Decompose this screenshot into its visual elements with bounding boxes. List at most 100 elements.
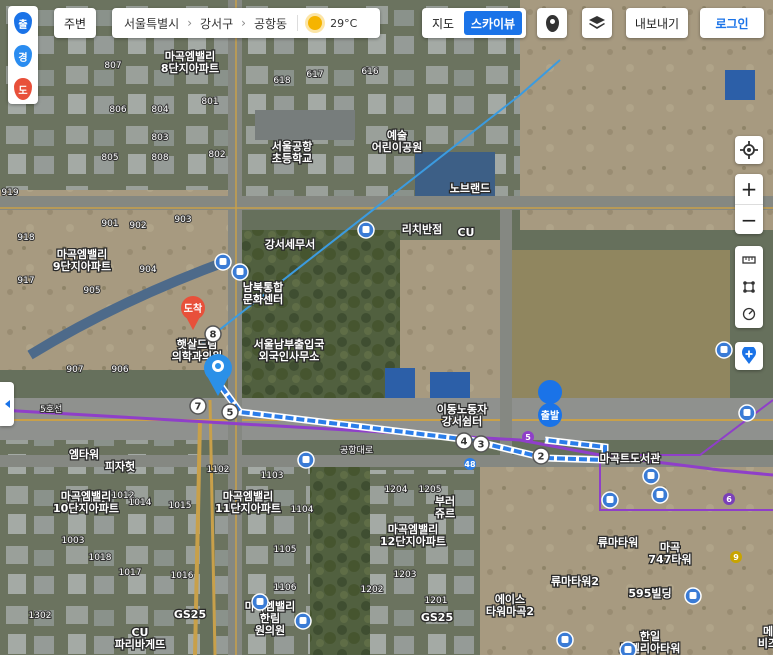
place-label: 595빌딩 [628,586,671,600]
distance-measure-button[interactable] [735,246,763,273]
vertical-road-2 [500,210,512,460]
panel-toggle-button[interactable] [0,382,14,426]
add-place-icon [742,347,756,364]
building-number: 801 [201,97,218,107]
bus-stop-icon[interactable] [297,451,315,469]
location-marker-button[interactable] [537,8,567,38]
place-label: 노브랜드 [450,181,490,195]
building-number: 1015 [169,501,192,511]
building-number: 1018 [89,553,112,563]
waypoint-button[interactable]: 경 [8,41,38,71]
building-number: 905 [83,286,100,296]
waypoint-number: 7 [195,402,202,413]
blue-roof-building [725,70,755,100]
map-view-button[interactable]: 지도 [422,8,464,38]
weather-temp: 29°C [330,16,358,30]
bus-stop-icon[interactable] [715,341,733,359]
building-number: 1205 [419,485,442,495]
bus-stop-icon[interactable] [214,253,232,271]
login-button[interactable]: 로그인 [700,8,764,38]
building-number: 618 [273,76,290,86]
place-label: 마곡엠밸리 [223,489,274,503]
bus-stop-icon[interactable] [601,491,619,509]
place-label: 9단지아파트 [53,259,111,273]
waypoint-number: 4 [461,437,468,448]
place-label: 피자헛 [105,459,135,473]
line-badge-number: 9 [733,553,739,562]
skyview-button[interactable]: 스카이뷰 [464,11,522,35]
place-label: 마곡엠밸리 [165,49,216,63]
place-label: 리치반점 [402,222,442,236]
my-location-button[interactable] [735,136,763,164]
chevron-right-icon: › [187,16,193,30]
building-number: 1302 [29,611,52,621]
bus-stop-icon[interactable] [619,641,637,655]
building-number: 802 [208,150,225,160]
breadcrumb-dong[interactable]: 공항동 [254,15,287,32]
green-strip [310,460,370,655]
origin-icon: 출 [14,12,32,34]
origin-button[interactable]: 출 [8,8,38,38]
zoom-in-button[interactable]: + [735,174,763,204]
place-label: 마곡엠밸리 [57,247,108,261]
place-label: 남북통합 [243,280,283,294]
chevron-right-icon: › [241,16,246,30]
export-button[interactable]: 내보내기 [626,8,688,38]
building-number: 904 [139,265,156,275]
place-label: 마곡엠밸리 [388,522,439,536]
place-label: 10단지아파트 [53,501,119,515]
zoom-out-button[interactable]: − [735,205,763,234]
destination-button[interactable]: 도 [8,74,38,104]
zoom-in-icon: + [740,177,758,201]
building-number: 1102 [207,465,230,475]
building-number: 907 [66,365,83,375]
bus-stop-icon[interactable] [294,612,312,630]
building-number: 807 [104,61,121,71]
nearby-button[interactable]: 주변 [54,8,96,38]
bus-stop-icon[interactable] [231,263,249,281]
building-number: 1003 [62,536,85,546]
bus-stop-icon[interactable] [357,221,375,239]
divider [297,15,299,31]
place-label: 강서세무서 [265,237,316,251]
building-number: 617 [306,70,323,80]
radius-measure-button[interactable] [735,300,763,327]
ruler-icon [742,255,756,264]
place-label: CU [457,226,474,239]
layers-button[interactable] [582,8,612,38]
place-label: 서울공항 [272,139,312,153]
place-label: 12단지아파트 [380,534,446,548]
waypoint-number: 2 [538,452,545,463]
add-place-button[interactable] [735,342,763,370]
place-label: 원의원 [255,623,285,637]
place-label: 파리바게뜨 [115,637,166,651]
bus-stop-icon[interactable] [738,404,756,422]
breadcrumb-city[interactable]: 서울특별시 [124,15,179,32]
area-measure-button[interactable] [735,273,763,300]
building-number: 808 [151,153,168,163]
line-badge-number: 5 [525,433,531,442]
satellite-map[interactable]: 807 806 805 801 808 618 617 616 804 803 802 903 902 9… [0,0,773,655]
building-number: 1104 [291,505,314,515]
bus-stop-icon[interactable] [642,467,660,485]
road-label: 공항대로 [340,445,373,456]
building-number: 1106 [274,583,297,593]
building-number: 903 [174,215,191,225]
building-number: 901 [101,219,118,229]
breadcrumb-district[interactable]: 강서구 [200,15,233,32]
breadcrumb: 서울특별시 › 강서구 › 공항동 29°C [112,8,380,38]
place-label: 외국인사무소 [259,349,320,363]
sun-icon [308,16,323,30]
place-label: 747타워 [648,552,691,566]
place-label: 류마타워 [598,535,638,549]
building-number: 906 [111,365,128,375]
place-label: 어린이공원 [372,140,423,154]
place-label: 11단지아파트 [215,501,281,515]
layers-icon [589,16,605,29]
bus-stop-icon[interactable] [251,593,269,611]
building-number: 917 [17,276,34,286]
bus-stop-icon[interactable] [556,631,574,649]
commercial-area [480,460,773,655]
bus-stop-icon[interactable] [651,486,669,504]
bus-stop-icon[interactable] [684,587,702,605]
